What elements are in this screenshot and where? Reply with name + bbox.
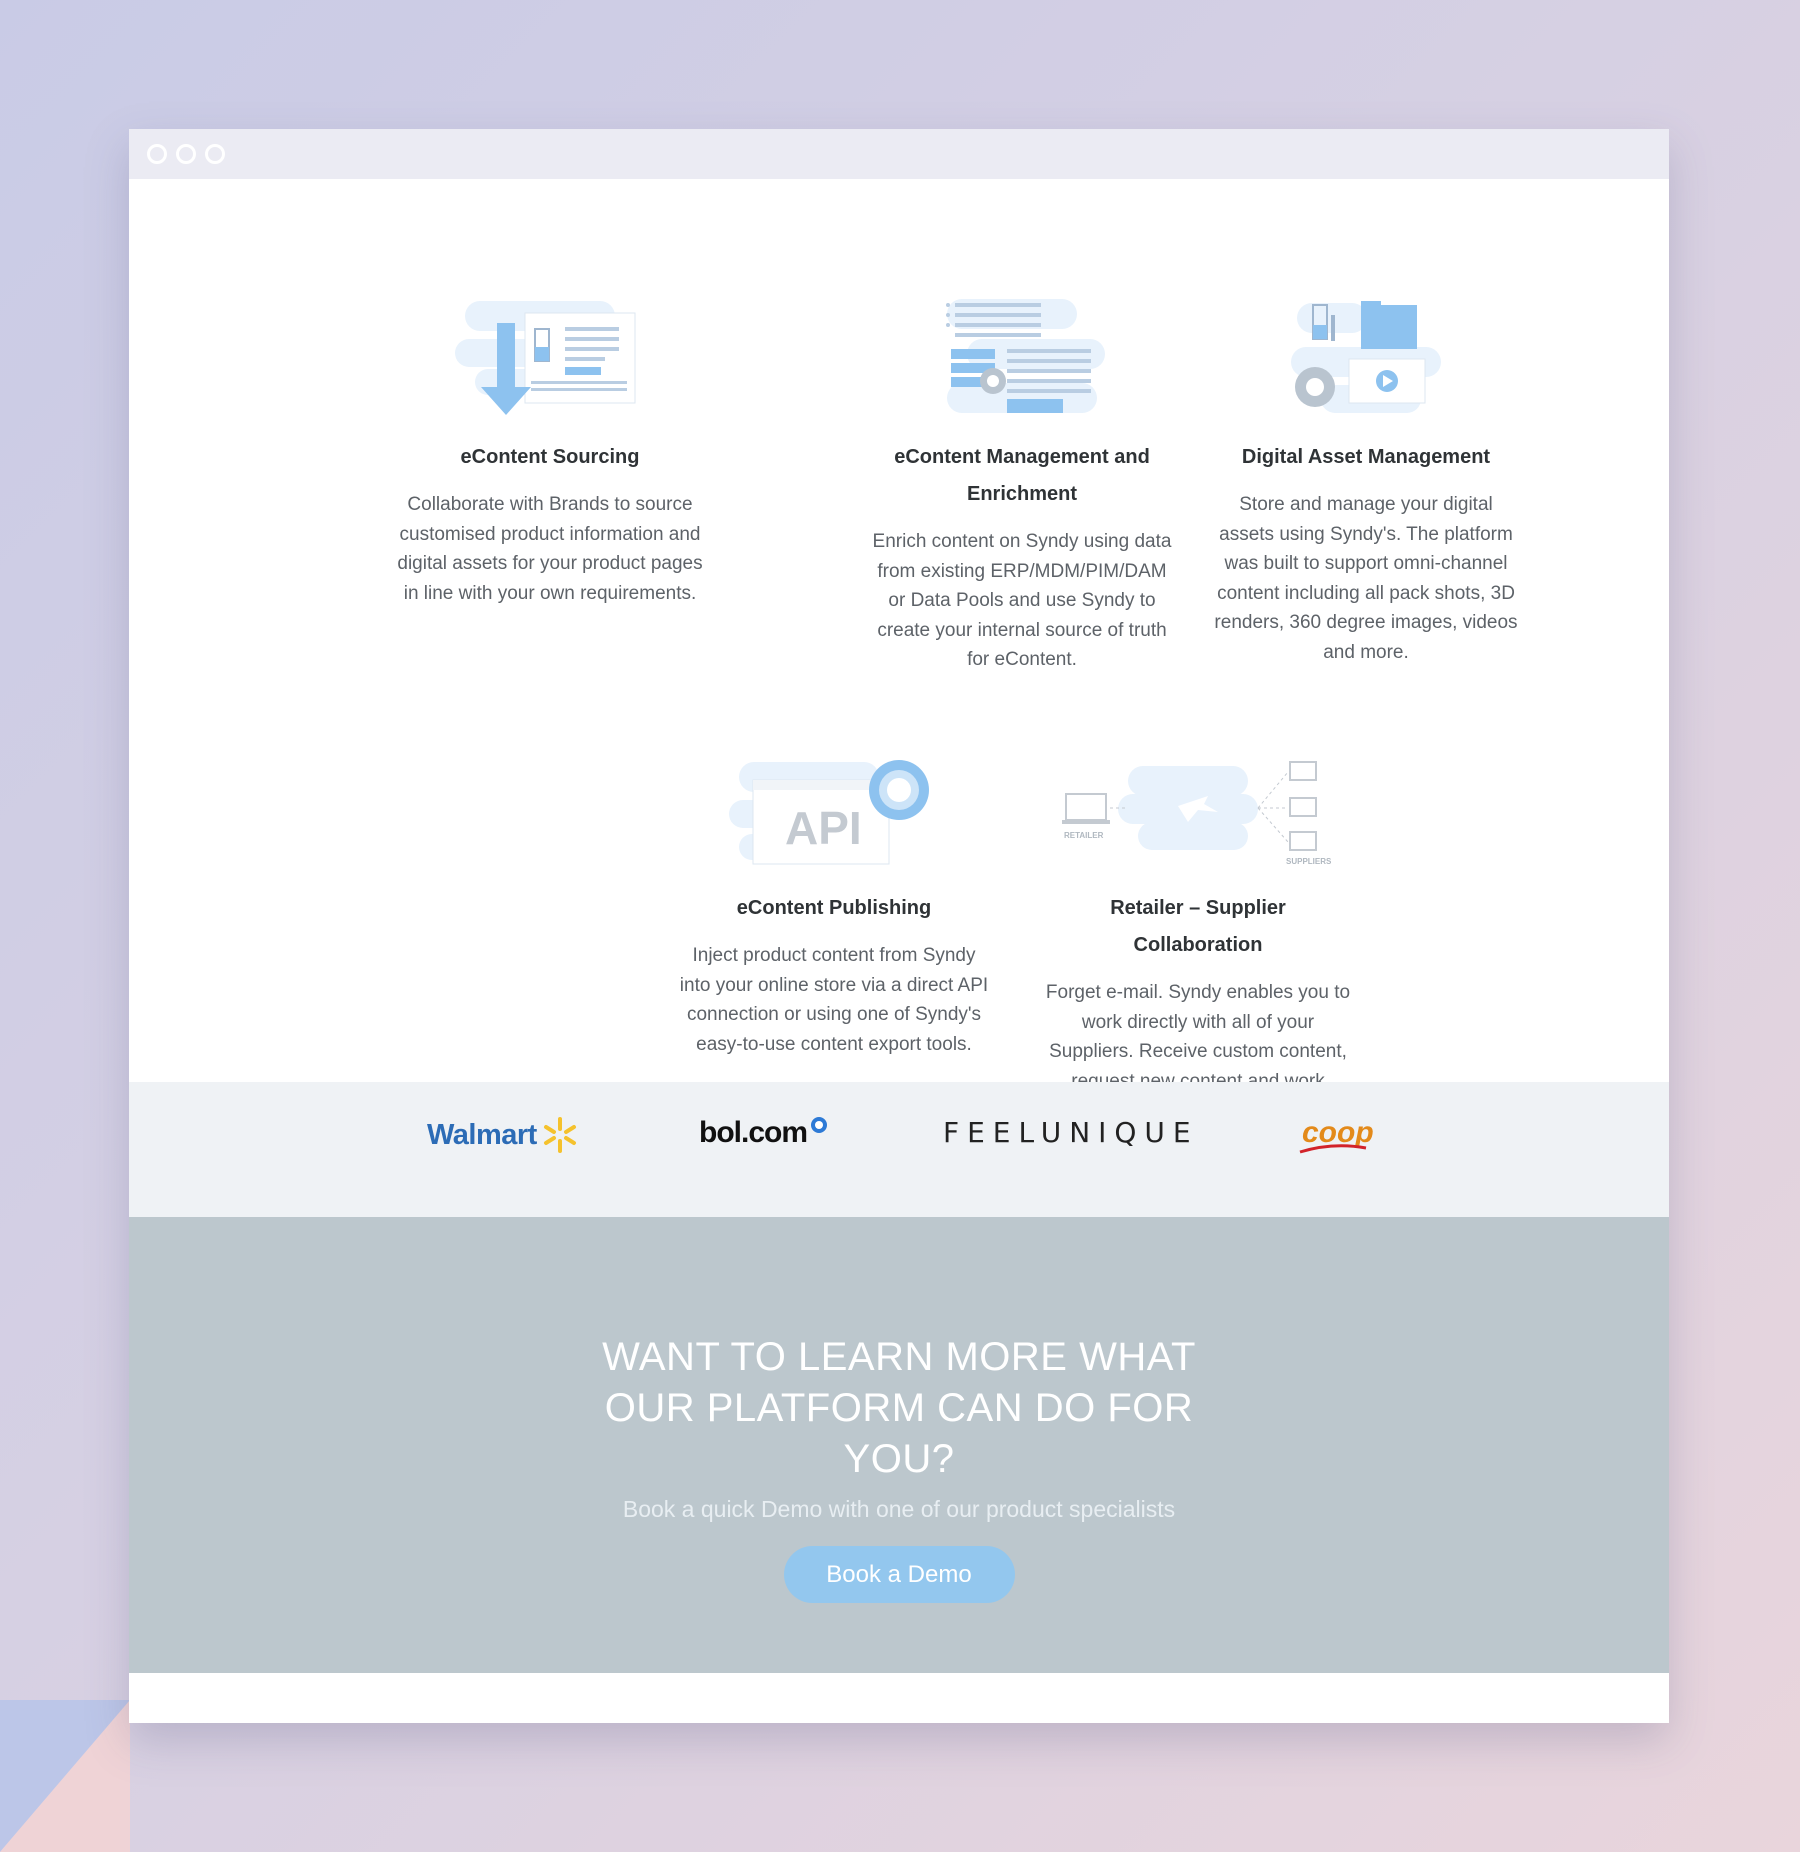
bol-badge-icon — [811, 1117, 828, 1133]
walmart-spark-icon — [543, 1117, 576, 1153]
retailer-label: RETAILER — [1064, 831, 1104, 840]
feature-sourcing: eContent Sourcing Collaborate with Brand… — [395, 297, 705, 608]
feature-title: eContent Management and Enrichment — [894, 446, 1150, 505]
feature-collaboration: RETAILER SUPPLIERS Retailer – Supplier C… — [1043, 748, 1353, 1126]
features-section: eContent Sourcing Collaborate with Brand… — [129, 179, 1669, 1121]
feature-description: Collaborate with Brands to source custom… — [397, 494, 703, 604]
suppliers-label: SUPPLIERS — [1286, 857, 1332, 866]
browser-window: eContent Sourcing Collaborate with Brand… — [129, 129, 1669, 1723]
walmart-wordmark: Walmart — [427, 1118, 537, 1151]
api-label: API — [785, 802, 862, 854]
cta-section: WANT TO LEARN MORE WHAT OUR PLATFORM CAN… — [129, 1217, 1669, 1673]
window-minimize-dot[interactable] — [176, 144, 196, 164]
feature-description: Store and manage your digital assets usi… — [1214, 494, 1518, 663]
bol-wordmark: bol.com — [699, 1116, 808, 1149]
feelunique-logo[interactable]: FEELUNIQUE — [943, 1116, 1199, 1149]
dam-icon — [1211, 297, 1521, 417]
coop-logo[interactable]: coop — [1299, 1116, 1374, 1154]
feature-title: Digital Asset Management — [1241, 446, 1491, 468]
window-titlebar — [129, 129, 1669, 179]
feature-title: eContent Sourcing — [460, 446, 640, 468]
sourcing-icon — [395, 297, 705, 417]
walmart-logo[interactable]: Walmart — [427, 1116, 579, 1154]
feature-description: Enrich content on Syndy using data from … — [872, 531, 1172, 670]
window-maximize-dot[interactable] — [205, 144, 225, 164]
feature-title: eContent Publishing — [736, 897, 932, 919]
feature-dam: Digital Asset Management Store and manag… — [1211, 297, 1521, 667]
window-close-dot[interactable] — [147, 144, 167, 164]
publishing-icon: API — [679, 748, 989, 868]
book-demo-button[interactable]: Book a Demo — [783, 1546, 1015, 1603]
coop-wordmark: coop — [1302, 1116, 1374, 1149]
management-icon — [867, 297, 1177, 417]
feelunique-wordmark: FEELUNIQUE — [943, 1116, 1199, 1149]
cta-subheading: Book a quick Demo with one of our produc… — [622, 1496, 1176, 1522]
partner-logos-bar: Walmart bol.com FEELUNIQUE coop — [129, 1082, 1669, 1217]
collaboration-icon: RETAILER SUPPLIERS — [1043, 748, 1353, 868]
feature-management: eContent Management and Enrichment Enric… — [867, 297, 1177, 675]
feature-description: Inject product content from Syndy into y… — [679, 945, 989, 1055]
feature-title: Retailer – Supplier Collaboration — [1110, 897, 1286, 956]
feature-publishing: API eContent Publishing Inject product c… — [679, 748, 989, 1059]
cta-heading: WANT TO LEARN MORE WHAT OUR PLATFORM CAN… — [602, 1335, 1196, 1481]
bol-logo[interactable]: bol.com — [699, 1116, 828, 1150]
